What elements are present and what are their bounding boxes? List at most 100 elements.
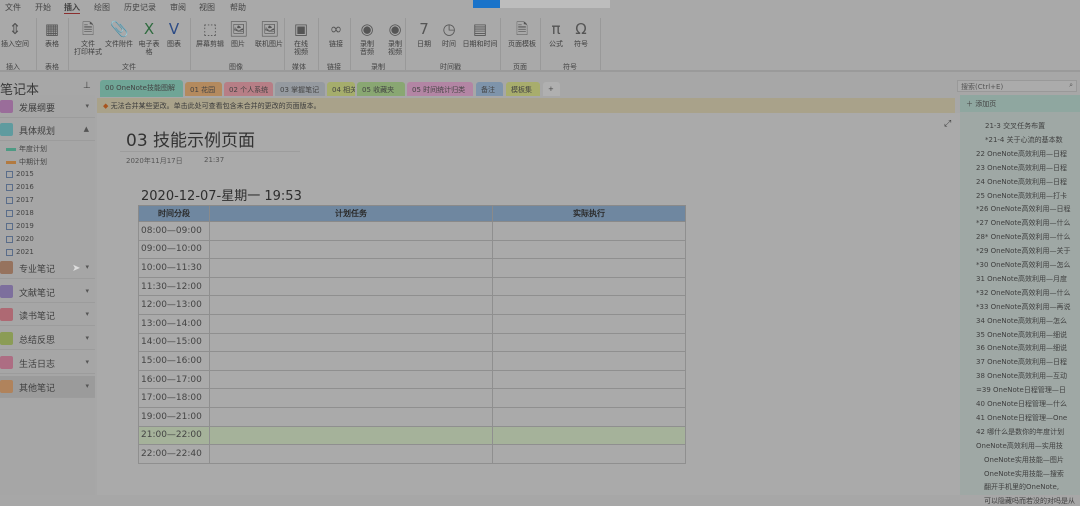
ribbon-button-1[interactable]: ▦ 表格: [42, 20, 62, 48]
subsection-中期计划[interactable]: 中期计划: [6, 157, 47, 167]
page-list-item[interactable]: OneNote实用技能—搜索: [984, 469, 1080, 479]
search-icon[interactable]: ⌕: [1069, 81, 1073, 90]
ribbon-button-12[interactable]: ◉ 录制 视频: [384, 20, 406, 56]
plan-cell[interactable]: [209, 276, 493, 297]
section-tab-2[interactable]: 02 个人系统: [224, 82, 273, 96]
time-cell[interactable]: 13:00—14:00: [138, 313, 210, 334]
page-list-item[interactable]: *32 OneNote高效利用—什么: [976, 288, 1080, 298]
time-cell[interactable]: 10:00—11:30: [138, 258, 210, 278]
time-cell[interactable]: 15:00—16:00: [138, 351, 210, 371]
ribbon-button-5[interactable]: V 图表: [163, 20, 185, 48]
ribbon-button-0[interactable]: ⇕ 插入空间: [1, 20, 29, 48]
page-title[interactable]: 03 技能示例页面: [126, 126, 255, 151]
plan-cell[interactable]: [209, 425, 493, 446]
chevron-down-icon[interactable]: ▾: [85, 334, 89, 342]
plan-cell[interactable]: [209, 239, 493, 260]
search-input[interactable]: 搜索(Ctrl+E) ⌕: [957, 80, 1077, 92]
time-cell[interactable]: 21:00—22:00: [138, 425, 210, 446]
page-list-item[interactable]: 40 OneNote日程管理—什么: [976, 399, 1080, 409]
page-list-item[interactable]: 38 OneNote高效利用—互动: [976, 371, 1080, 381]
section-读书笔记[interactable]: 读书笔记 ▾: [0, 304, 95, 326]
ribbon-button-7[interactable]: 🖼 图片: [228, 20, 248, 48]
section-发展纲要[interactable]: 发展纲要 ▾: [0, 96, 95, 118]
table-row[interactable]: 19:00—21:00: [138, 406, 686, 427]
ribbon-button-2[interactable]: 🗎 文件 打印样式: [73, 20, 103, 56]
table-row[interactable]: 13:00—14:00: [138, 313, 686, 334]
time-cell[interactable]: 08:00—09:00: [138, 221, 210, 241]
page-list-item[interactable]: 41 OneNote日程管理—One: [976, 413, 1080, 423]
section-tab-1[interactable]: 01 花园: [185, 82, 222, 96]
actual-cell[interactable]: [492, 239, 686, 260]
plan-cell[interactable]: [209, 444, 493, 464]
plan-cell[interactable]: [209, 258, 493, 278]
menu-3[interactable]: 绘图: [94, 2, 110, 13]
time-cell[interactable]: 22:00—22:40: [138, 444, 210, 464]
page-list-item[interactable]: 翻开手机里的OneNote,: [984, 482, 1080, 492]
page-list-item[interactable]: 31 OneNote高效利用—月度: [976, 274, 1080, 284]
subsection-2016[interactable]: 2016: [6, 183, 34, 191]
time-cell[interactable]: 11:30—12:00: [138, 276, 210, 297]
menu-1[interactable]: 开始: [35, 2, 51, 13]
ribbon-button-8[interactable]: 🖼 联机图片: [254, 20, 284, 48]
table-row[interactable]: 22:00—22:40: [138, 444, 686, 464]
pin-icon[interactable]: ⊥: [83, 81, 91, 91]
plan-cell[interactable]: [209, 313, 493, 334]
section-tab-0[interactable]: 00 OneNote技能图解: [100, 80, 183, 97]
plan-cell[interactable]: [209, 295, 493, 315]
table-row[interactable]: 17:00—18:00: [138, 388, 686, 408]
plan-cell[interactable]: [209, 332, 493, 353]
section-生活日志[interactable]: 生活日志 ▾: [0, 352, 95, 374]
page-list-item[interactable]: *30 OneNote高效利用—怎么: [976, 260, 1080, 270]
actual-cell[interactable]: [492, 351, 686, 371]
add-page-button[interactable]: ＋ 添加页: [960, 95, 1080, 112]
ribbon-button-10[interactable]: ∞ 链接: [325, 20, 347, 48]
actual-cell[interactable]: [492, 332, 686, 353]
expand-icon[interactable]: ⤢: [944, 119, 951, 129]
plan-cell[interactable]: [209, 221, 493, 241]
section-总结反思[interactable]: 总结反思 ▾: [0, 328, 95, 350]
section-tab-5[interactable]: 05 收藏夹: [357, 82, 405, 96]
chevron-down-icon[interactable]: ▾: [85, 358, 89, 366]
page-list-item[interactable]: OneNote实用技能—图片: [984, 455, 1080, 465]
time-cell[interactable]: 17:00—18:00: [138, 388, 210, 408]
page-list-item[interactable]: *21-4 关于心流的基本数: [985, 135, 1080, 145]
table-row[interactable]: 14:00—15:00: [138, 332, 686, 353]
page-list-item[interactable]: 37 OneNote高效利用—日程: [976, 357, 1080, 367]
menu-7[interactable]: 帮助: [230, 2, 246, 13]
chevron-down-icon[interactable]: ▾: [85, 102, 89, 110]
table-row[interactable]: 09:00—10:00: [138, 239, 686, 260]
section-tab-4[interactable]: 04 相关: [327, 82, 355, 96]
plan-cell[interactable]: [209, 351, 493, 371]
time-cell[interactable]: 14:00—15:00: [138, 332, 210, 353]
time-cell[interactable]: 19:00—21:00: [138, 406, 210, 427]
subsection-2015[interactable]: 2015: [6, 170, 34, 178]
table-row[interactable]: 16:00—17:00: [138, 369, 686, 390]
ribbon-button-4[interactable]: X 电子表格: [136, 20, 162, 56]
plan-cell[interactable]: [209, 406, 493, 427]
plan-cell[interactable]: [209, 369, 493, 390]
actual-cell[interactable]: [492, 444, 686, 464]
subsection-2021[interactable]: 2021: [6, 248, 34, 256]
chevron-down-icon[interactable]: ▾: [85, 263, 89, 271]
table-row[interactable]: 08:00—09:00: [138, 221, 686, 241]
menu-0[interactable]: 文件: [5, 2, 21, 13]
actual-cell[interactable]: [492, 406, 686, 427]
subsection-年度计划[interactable]: 年度计划: [6, 144, 47, 154]
schedule-heading[interactable]: 2020-12-07-星期一 19:53: [141, 185, 302, 204]
actual-cell[interactable]: [492, 258, 686, 278]
time-cell[interactable]: 12:00—13:00: [138, 295, 210, 315]
page-list-item[interactable]: 42 哪什么是数你的年度计划: [976, 427, 1080, 437]
ribbon-button-11[interactable]: ◉ 录制 音频: [357, 20, 377, 56]
page-list-item[interactable]: 34 OneNote高效利用—怎么: [976, 316, 1080, 326]
page-list-item[interactable]: *26 OneNote高效利用—日程: [976, 204, 1080, 214]
page-list-item[interactable]: 24 OneNote高效利用—日程: [976, 177, 1080, 187]
actual-cell[interactable]: [492, 388, 686, 408]
section-tab-9[interactable]: +: [543, 82, 560, 96]
table-row[interactable]: 12:00—13:00: [138, 295, 686, 315]
ribbon-button-9[interactable]: ▣ 在线 视频: [288, 20, 314, 56]
page-list-item[interactable]: OneNote高效利用—实用技: [976, 441, 1080, 451]
page-list-item[interactable]: *29 OneNote高效利用—关于: [976, 246, 1080, 256]
table-row[interactable]: 15:00—16:00: [138, 351, 686, 371]
section-文献笔记[interactable]: 文献笔记 ▾: [0, 281, 95, 303]
actual-cell[interactable]: [492, 369, 686, 390]
